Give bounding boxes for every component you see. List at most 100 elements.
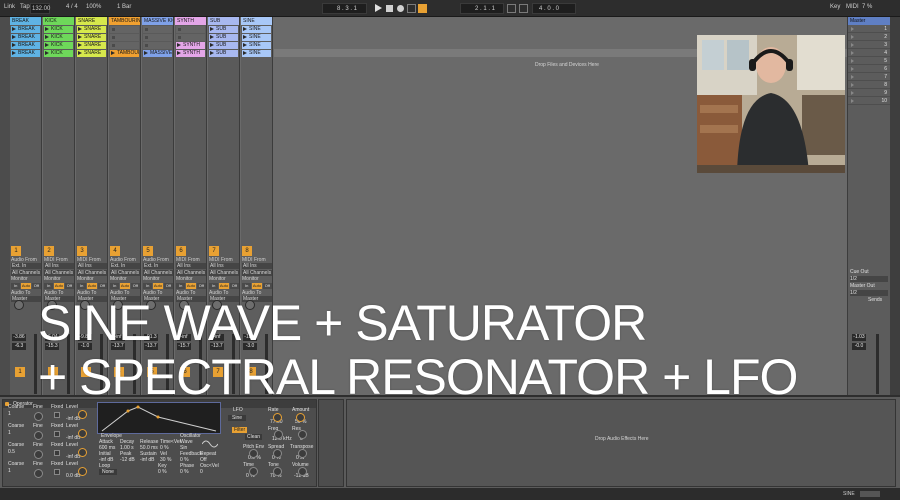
zoom-level[interactable]: 100% bbox=[86, 4, 101, 10]
empty-clip-slot[interactable] bbox=[110, 34, 139, 41]
clip-slot[interactable]: SUB bbox=[209, 50, 238, 57]
coarse-value[interactable]: 1 bbox=[8, 468, 11, 474]
monitor-auto-button[interactable]: Auto bbox=[252, 283, 262, 289]
empty-clip-slot[interactable] bbox=[110, 42, 139, 49]
time-signature[interactable]: 4 / 4 bbox=[66, 4, 78, 10]
scene-launch-1[interactable]: 1 bbox=[848, 25, 890, 33]
fine-knob[interactable] bbox=[34, 412, 43, 421]
track-activator[interactable]: 2 bbox=[44, 246, 54, 256]
empty-clip-slot[interactable] bbox=[143, 26, 172, 33]
arrangement-position[interactable]: 8 . 3 . 1 bbox=[322, 3, 367, 14]
track-header[interactable]: KICK bbox=[43, 17, 74, 25]
time-knob[interactable] bbox=[249, 467, 258, 476]
tempo-field[interactable]: 132.00 bbox=[30, 3, 50, 14]
clip-slot[interactable]: SNARE bbox=[77, 26, 106, 33]
fixed-toggle[interactable] bbox=[54, 431, 60, 437]
monitor-in-button[interactable]: In bbox=[176, 283, 186, 289]
clip-slot[interactable]: KICK bbox=[44, 34, 73, 41]
level-knob[interactable] bbox=[78, 429, 87, 438]
loop-select[interactable]: None bbox=[99, 469, 117, 475]
lfo-title[interactable]: LFO bbox=[233, 407, 243, 413]
scene-launch-10[interactable]: 10 bbox=[848, 97, 890, 105]
clip-slot[interactable]: BREAK bbox=[11, 26, 40, 33]
filter-type-select[interactable]: Clean bbox=[245, 434, 263, 440]
clip-slot[interactable]: SNARE bbox=[77, 42, 106, 49]
clip-slot[interactable]: SNARE bbox=[77, 34, 106, 41]
track-activator[interactable]: 3 bbox=[77, 246, 87, 256]
track-activator[interactable]: 7 bbox=[209, 246, 219, 256]
res-knob[interactable] bbox=[298, 430, 307, 439]
scene-launch-8[interactable]: 8 bbox=[848, 81, 890, 89]
fixed-toggle[interactable] bbox=[54, 450, 60, 456]
monitor-auto-button[interactable]: Auto bbox=[186, 283, 196, 289]
scene-launch-7[interactable]: 7 bbox=[848, 73, 890, 81]
monitor-in-button[interactable]: In bbox=[242, 283, 252, 289]
clip-slot[interactable]: KICK bbox=[44, 26, 73, 33]
monitor-off-button[interactable]: Off bbox=[64, 283, 74, 289]
track-header[interactable]: SUB bbox=[208, 17, 239, 25]
clip-slot[interactable]: SNARE bbox=[77, 50, 106, 57]
track-activator[interactable]: 1 bbox=[11, 246, 21, 256]
send-a-knob[interactable] bbox=[14, 300, 24, 310]
clip-slot[interactable]: MASSIVE bbox=[143, 50, 172, 57]
clip-slot[interactable]: SINE bbox=[242, 50, 271, 57]
punch-out-icon[interactable] bbox=[519, 4, 528, 13]
fine-knob[interactable] bbox=[34, 469, 43, 478]
clip-slot[interactable]: BREAK bbox=[11, 42, 40, 49]
scene-launch-3[interactable]: 3 bbox=[848, 41, 890, 49]
monitor-in-button[interactable]: In bbox=[11, 283, 21, 289]
key-value[interactable]: 0 % bbox=[158, 469, 167, 475]
scene-launch-6[interactable]: 6 bbox=[848, 65, 890, 73]
envelope-display[interactable] bbox=[97, 402, 221, 434]
level-knob[interactable] bbox=[78, 410, 87, 419]
empty-clip-slot[interactable] bbox=[110, 26, 139, 33]
empty-clip-slot[interactable] bbox=[143, 34, 172, 41]
coarse-value[interactable]: 1 bbox=[8, 430, 11, 436]
record-icon[interactable] bbox=[397, 5, 404, 12]
loop-icon[interactable] bbox=[418, 4, 427, 13]
input-select[interactable]: All Ins bbox=[176, 263, 206, 269]
clip-slot[interactable]: BREAK bbox=[11, 34, 40, 41]
filter-toggle[interactable]: Filter bbox=[232, 427, 248, 433]
quantize-menu[interactable]: 1 Bar bbox=[117, 4, 131, 10]
track-volume[interactable]: -3.86 bbox=[12, 334, 26, 341]
phase-value[interactable]: 0 % bbox=[180, 469, 189, 475]
clip-slot[interactable]: SINE bbox=[242, 42, 271, 49]
track-header[interactable]: SNARE bbox=[76, 17, 107, 25]
scene-launch-9[interactable]: 9 bbox=[848, 89, 890, 97]
scene-launch-2[interactable]: 2 bbox=[848, 33, 890, 41]
lfo-rate-knob[interactable] bbox=[273, 413, 282, 422]
monitor-auto-button[interactable]: Auto bbox=[87, 283, 97, 289]
clip-slot[interactable]: SUB bbox=[209, 26, 238, 33]
monitor-in-button[interactable]: In bbox=[110, 283, 120, 289]
scene-launch-4[interactable]: 4 bbox=[848, 49, 890, 57]
cue-out-select[interactable]: 1/2 bbox=[850, 276, 888, 282]
peak-value[interactable]: -12 dB bbox=[120, 457, 135, 463]
clip-slot[interactable]: SYNTH bbox=[176, 50, 205, 57]
empty-clip-slot[interactable] bbox=[176, 34, 205, 41]
monitor-off-button[interactable]: Off bbox=[262, 283, 272, 289]
pitch-env-knob[interactable] bbox=[249, 449, 258, 458]
loop-length-field[interactable]: 4 . 0 . 0 bbox=[532, 3, 576, 14]
fixed-toggle[interactable] bbox=[54, 469, 60, 475]
monitor-off-button[interactable]: Off bbox=[31, 283, 41, 289]
overdub-icon[interactable] bbox=[407, 4, 416, 13]
view-toggle[interactable] bbox=[860, 491, 880, 497]
track-number-button[interactable]: 1 bbox=[15, 367, 25, 377]
transpose-knob[interactable] bbox=[298, 449, 307, 458]
clip-slot[interactable]: BREAK bbox=[11, 50, 40, 57]
empty-clip-slot[interactable] bbox=[143, 42, 172, 49]
master-out-select[interactable]: 1/2 bbox=[850, 290, 888, 296]
coarse-value[interactable]: 1 bbox=[8, 411, 11, 417]
coarse-value[interactable]: 0.5 bbox=[8, 449, 15, 455]
midi-map-button[interactable]: MIDI bbox=[846, 4, 859, 10]
volume-knob[interactable] bbox=[298, 467, 307, 476]
monitor-auto-button[interactable]: Auto bbox=[120, 283, 130, 289]
input-select[interactable]: Ext. In bbox=[11, 263, 41, 269]
tap-button[interactable]: Tap bbox=[20, 4, 30, 10]
key-map-button[interactable]: Key bbox=[830, 4, 840, 10]
fixed-toggle[interactable] bbox=[54, 412, 60, 418]
level-knob[interactable] bbox=[78, 467, 87, 476]
monitor-in-button[interactable]: In bbox=[44, 283, 54, 289]
clip-slot[interactable]: SINE bbox=[242, 26, 271, 33]
